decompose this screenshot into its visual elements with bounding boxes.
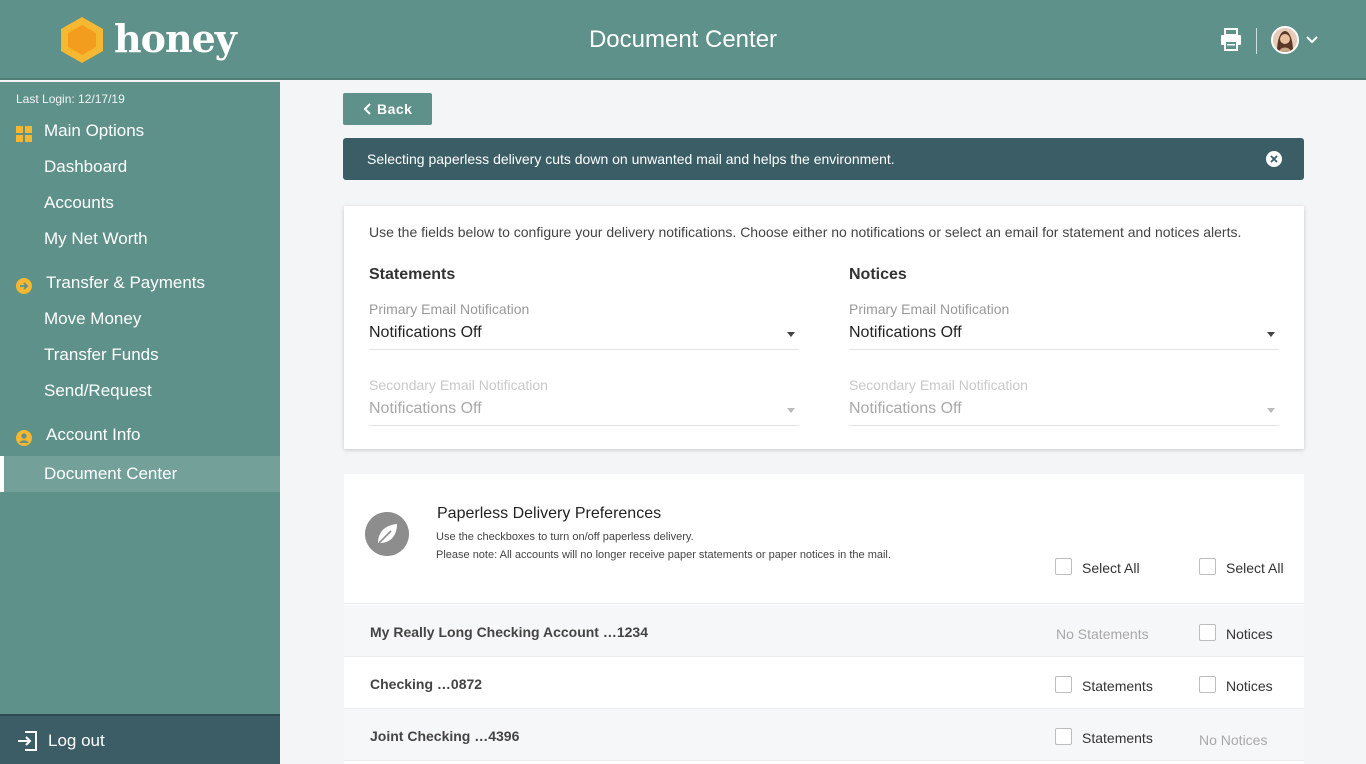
- sidebar-item-label: My Net Worth: [44, 229, 148, 248]
- section-label: Account Info: [46, 425, 141, 444]
- select-all-statements-label: Select All: [1082, 560, 1140, 576]
- caret-down-icon: [787, 332, 795, 337]
- caret-down-icon: [1267, 332, 1275, 337]
- sidebar-item-label: Send/Request: [44, 381, 152, 400]
- user-photo-icon: [1273, 28, 1297, 52]
- sidebar: Last Login: 12/17/19 Main Options Dashbo…: [0, 82, 280, 764]
- notices-checkbox[interactable]: [1199, 624, 1216, 641]
- paperless-title: Paperless Delivery Preferences: [437, 505, 662, 522]
- statements-title: Statements: [369, 266, 456, 283]
- sidebar-item-label: Move Money: [44, 309, 142, 328]
- statements-label: Statements: [1082, 730, 1153, 746]
- sidebar-item-label: Dashboard: [44, 157, 128, 176]
- logout-icon: [18, 731, 37, 751]
- sidebar-section-main-options: Main Options: [0, 116, 280, 146]
- table-row: Checking …0872 Statements Notices: [344, 657, 1304, 709]
- sidebar-item-label: Transfer Funds: [44, 345, 159, 364]
- avatar[interactable]: [1271, 26, 1299, 54]
- sidebar-item-accounts[interactable]: Accounts: [0, 185, 280, 221]
- notices-checkbox[interactable]: [1199, 676, 1216, 693]
- statements-secondary-label: Secondary Email Notification: [369, 377, 548, 393]
- select-all-notices-label: Select All: [1226, 560, 1284, 576]
- section-label: Main Options: [44, 121, 145, 140]
- sidebar-item-send-request[interactable]: Send/Request: [0, 373, 280, 409]
- back-label: Back: [377, 101, 413, 117]
- account-name: Checking …0872: [370, 676, 483, 692]
- account-name: My Really Long Checking Account …1234: [370, 624, 648, 640]
- no-statements-text: No Statements: [1056, 626, 1149, 642]
- section-label: Transfer & Payments: [46, 273, 206, 292]
- statements-primary-label: Primary Email Notification: [369, 301, 530, 317]
- sidebar-item-label: Accounts: [44, 193, 114, 212]
- card-intro: Use the fields below to configure your d…: [369, 224, 1242, 240]
- statements-checkbox[interactable]: [1055, 676, 1072, 693]
- notices-label: Notices: [1226, 626, 1273, 642]
- info-banner: Selecting paperless delivery cuts down o…: [343, 138, 1304, 180]
- sidebar-item-dashboard[interactable]: Dashboard: [0, 149, 280, 185]
- sidebar-section-transfer-payments: Transfer & Payments: [0, 268, 280, 298]
- caret-down-icon: [1267, 408, 1275, 413]
- sidebar-section-account-info: Account Info: [0, 420, 280, 450]
- sidebar-item-document-center[interactable]: Document Center: [0, 456, 280, 492]
- paperless-preferences: Paperless Delivery Preferences Use the c…: [344, 474, 1304, 764]
- account-name: Joint Checking …4396: [370, 728, 520, 744]
- page-title: Document Center: [588, 26, 778, 53]
- logout-label: Log out: [48, 731, 105, 750]
- user-circle-icon: [16, 430, 32, 446]
- close-icon[interactable]: [1265, 150, 1283, 168]
- logout-button[interactable]: Log out: [0, 714, 280, 764]
- sidebar-item-transfer-funds[interactable]: Transfer Funds: [0, 337, 280, 373]
- back-button[interactable]: Back: [343, 93, 432, 125]
- paperless-instructions: Use the checkboxes to turn on/off paperl…: [436, 531, 694, 543]
- notification-settings-card: Use the fields below to configure your d…: [344, 206, 1304, 449]
- app-header: honey Document Center: [0, 0, 1366, 80]
- statements-label: Statements: [1082, 678, 1153, 694]
- chevron-left-icon: [363, 103, 371, 115]
- select-all-notices-checkbox[interactable]: [1199, 558, 1216, 575]
- statements-primary-select[interactable]: Notifications Off: [369, 318, 799, 350]
- no-notices-text: No Notices: [1199, 732, 1268, 748]
- paperless-note: Please note: All accounts will no longer…: [436, 549, 891, 561]
- arrow-circle-icon: [16, 278, 32, 294]
- table-row: Joint Checking …4396 Statements No Notic…: [344, 709, 1304, 761]
- last-login: Last Login: 12/17/19: [16, 92, 125, 106]
- notices-secondary-label: Secondary Email Notification: [849, 377, 1028, 393]
- banner-text: Selecting paperless delivery cuts down o…: [367, 151, 895, 167]
- chevron-down-icon[interactable]: [1305, 33, 1319, 47]
- statements-checkbox[interactable]: [1055, 728, 1072, 745]
- notices-label: Notices: [1226, 678, 1273, 694]
- notices-primary-label: Primary Email Notification: [849, 301, 1010, 317]
- caret-down-icon: [787, 408, 795, 413]
- select-value: Notifications Off: [369, 324, 482, 341]
- sidebar-item-my-net-worth[interactable]: My Net Worth: [0, 221, 280, 257]
- sidebar-item-label: Document Center: [44, 464, 178, 483]
- statements-secondary-select[interactable]: Notifications Off: [369, 394, 799, 426]
- notices-primary-select[interactable]: Notifications Off: [849, 318, 1279, 350]
- sidebar-item-move-money[interactable]: Move Money: [0, 301, 280, 337]
- header-divider: [1256, 28, 1257, 54]
- select-value: Notifications Off: [369, 400, 482, 417]
- grid-icon: [16, 126, 32, 142]
- select-value: Notifications Off: [849, 400, 962, 417]
- notices-title: Notices: [849, 266, 907, 283]
- select-all-statements-checkbox[interactable]: [1055, 558, 1072, 575]
- leaf-icon: [365, 512, 409, 556]
- paperless-header: Paperless Delivery Preferences Use the c…: [344, 474, 1304, 604]
- notices-secondary-select[interactable]: Notifications Off: [849, 394, 1279, 426]
- table-row: My Really Long Checking Account …1234 No…: [344, 605, 1304, 657]
- select-value: Notifications Off: [849, 324, 962, 341]
- print-icon[interactable]: [1220, 28, 1242, 52]
